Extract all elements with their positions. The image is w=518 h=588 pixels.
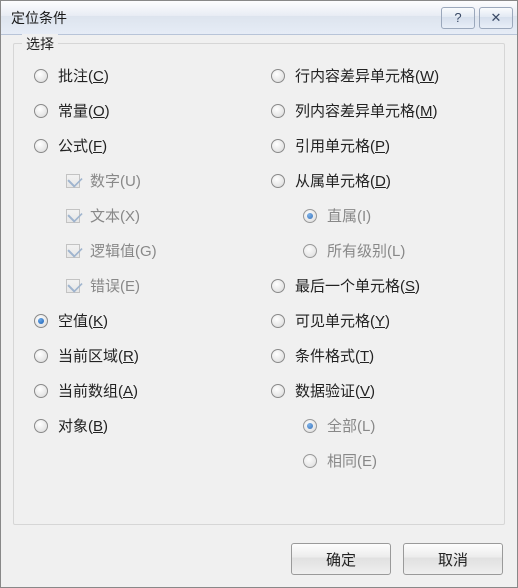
button-bar: 确定 取消 <box>291 543 503 575</box>
option-label: 引用单元格(P) <box>295 135 390 156</box>
close-button[interactable]: ✕ <box>479 7 513 29</box>
help-icon: ? <box>454 10 461 25</box>
checkbox-option: 文本(X) <box>22 198 259 233</box>
radio-icon <box>271 69 285 83</box>
radio-option[interactable]: 批注(C) <box>22 58 259 93</box>
left-column: 批注(C) 常量(O) 公式(F) 数字(U) 文本(X) 逻辑值(G) 错误(E) 空值(K… <box>22 58 259 510</box>
fieldset-legend: 选择 <box>22 34 58 54</box>
close-icon: ✕ <box>491 10 502 26</box>
cancel-button[interactable]: 取消 <box>403 543 503 575</box>
checkbox-icon <box>66 244 80 258</box>
radio-option[interactable]: 从属单元格(D) <box>259 163 496 198</box>
radio-option[interactable]: 当前数组(A) <box>22 373 259 408</box>
option-label: 数字(U) <box>90 170 141 191</box>
radio-option[interactable]: 常量(O) <box>22 93 259 128</box>
option-label: 空值(K) <box>58 310 108 331</box>
option-label: 逻辑值(G) <box>90 240 157 261</box>
option-label: 从属单元格(D) <box>295 170 391 191</box>
radio-icon <box>271 174 285 188</box>
right-column: 行内容差异单元格(W) 列内容差异单元格(M) 引用单元格(P) 从属单元格(D) 直属… <box>259 58 496 510</box>
checkbox-icon <box>66 209 80 223</box>
help-button[interactable]: ? <box>441 7 475 29</box>
radio-icon <box>271 349 285 363</box>
option-label: 文本(X) <box>90 205 140 226</box>
radio-option[interactable]: 可见单元格(Y) <box>259 303 496 338</box>
radio-icon <box>34 384 48 398</box>
radio-option[interactable]: 行内容差异单元格(W) <box>259 58 496 93</box>
dialog-title: 定位条件 <box>11 8 441 28</box>
option-label: 当前数组(A) <box>58 380 138 401</box>
option-label: 当前区域(R) <box>58 345 139 366</box>
checkbox-option: 数字(U) <box>22 163 259 198</box>
radio-option[interactable]: 空值(K) <box>22 303 259 338</box>
option-label: 可见单元格(Y) <box>295 310 390 331</box>
checkbox-icon <box>66 279 80 293</box>
radio-option[interactable]: 数据验证(V) <box>259 373 496 408</box>
option-label: 所有级别(L) <box>327 240 405 261</box>
radio-option[interactable]: 当前区域(R) <box>22 338 259 373</box>
checkbox-option: 逻辑值(G) <box>22 233 259 268</box>
radio-icon <box>34 419 48 433</box>
radio-icon <box>271 279 285 293</box>
goto-special-dialog: 定位条件 ? ✕ 选择 批注(C) 常量(O) 公式(F) 数字(U) 文本(X) 逻辑值… <box>0 0 518 588</box>
option-label: 列内容差异单元格(M) <box>295 100 438 121</box>
radio-icon <box>303 454 317 468</box>
radio-option[interactable]: 列内容差异单元格(M) <box>259 93 496 128</box>
radio-icon <box>34 139 48 153</box>
option-label: 相同(E) <box>327 450 377 471</box>
option-label: 常量(O) <box>58 100 110 121</box>
radio-option: 相同(E) <box>259 443 496 478</box>
radio-icon <box>303 244 317 258</box>
option-label: 直属(I) <box>327 205 371 226</box>
radio-icon <box>303 419 317 433</box>
radio-icon <box>271 104 285 118</box>
radio-option[interactable]: 最后一个单元格(S) <box>259 268 496 303</box>
titlebar-buttons: ? ✕ <box>441 7 513 29</box>
radio-option[interactable]: 对象(B) <box>22 408 259 443</box>
radio-icon <box>303 209 317 223</box>
radio-option[interactable]: 引用单元格(P) <box>259 128 496 163</box>
radio-icon <box>34 104 48 118</box>
radio-option: 所有级别(L) <box>259 233 496 268</box>
radio-icon <box>271 384 285 398</box>
radio-icon <box>34 69 48 83</box>
checkbox-option: 错误(E) <box>22 268 259 303</box>
radio-icon <box>271 139 285 153</box>
option-label: 行内容差异单元格(W) <box>295 65 439 86</box>
option-label: 数据验证(V) <box>295 380 375 401</box>
titlebar: 定位条件 ? ✕ <box>1 1 517 35</box>
option-label: 条件格式(T) <box>295 345 374 366</box>
radio-icon <box>34 314 48 328</box>
option-label: 对象(B) <box>58 415 108 436</box>
option-label: 最后一个单元格(S) <box>295 275 420 296</box>
option-label: 全部(L) <box>327 415 375 436</box>
dialog-content: 选择 批注(C) 常量(O) 公式(F) 数字(U) 文本(X) 逻辑值(G) 错误(E) 空… <box>1 35 517 587</box>
checkbox-icon <box>66 174 80 188</box>
radio-icon <box>34 349 48 363</box>
option-label: 错误(E) <box>90 275 140 296</box>
ok-button[interactable]: 确定 <box>291 543 391 575</box>
radio-option[interactable]: 公式(F) <box>22 128 259 163</box>
radio-icon <box>271 314 285 328</box>
radio-option: 直属(I) <box>259 198 496 233</box>
option-label: 公式(F) <box>58 135 107 156</box>
select-fieldset: 选择 批注(C)常量(O)公式(F)数字(U)文本(X)逻辑值(G)错误(E)空… <box>13 43 505 525</box>
option-label: 批注(C) <box>58 65 109 86</box>
radio-option[interactable]: 条件格式(T) <box>259 338 496 373</box>
radio-option: 全部(L) <box>259 408 496 443</box>
